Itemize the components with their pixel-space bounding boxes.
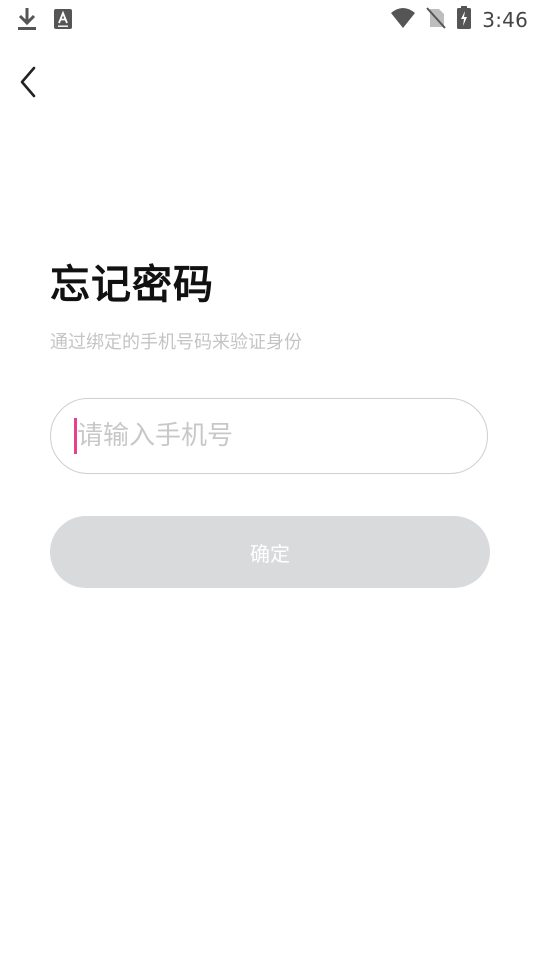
keyboard-a-icon xyxy=(54,9,72,33)
phone-input[interactable] xyxy=(77,399,467,473)
page-title: 忘记密码 xyxy=(50,262,214,308)
wifi-icon xyxy=(390,7,416,33)
confirm-button[interactable]: 确定 xyxy=(50,516,490,588)
phone-field[interactable] xyxy=(50,398,488,474)
download-icon xyxy=(16,6,38,36)
back-button[interactable] xyxy=(10,64,46,104)
status-time: 3:46 xyxy=(482,8,528,32)
page-subtitle: 通过绑定的手机号码来验证身份 xyxy=(50,332,302,353)
battery-charging-icon xyxy=(456,6,472,34)
chevron-left-icon xyxy=(18,66,38,102)
status-bar: 3:46 xyxy=(0,0,540,36)
status-bar-left xyxy=(16,6,72,36)
status-bar-right: 3:46 xyxy=(390,6,528,34)
no-sim-icon xyxy=(426,7,447,33)
